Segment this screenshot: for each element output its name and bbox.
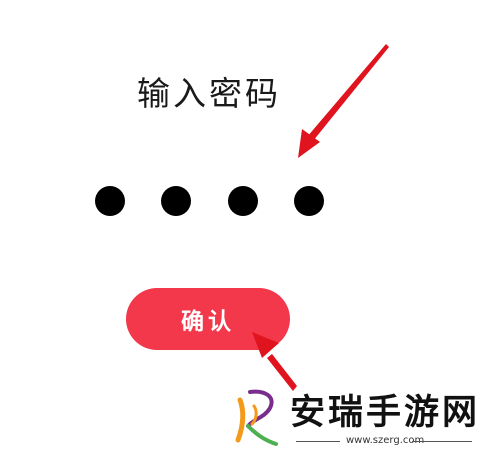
brand-name: 安瑞手游网 <box>290 393 481 433</box>
arrow-to-title-icon <box>298 44 389 158</box>
confirm-button[interactable]: 确认 <box>126 288 290 350</box>
pin-dots <box>95 186 327 218</box>
brand-logo-icon <box>235 389 278 446</box>
pin-dot <box>95 186 125 216</box>
pin-dot <box>161 186 191 216</box>
pin-dot <box>294 186 324 216</box>
divider <box>296 441 340 442</box>
pin-dot <box>228 186 258 216</box>
page-title: 输入密码 <box>137 74 281 113</box>
divider <box>412 441 472 442</box>
